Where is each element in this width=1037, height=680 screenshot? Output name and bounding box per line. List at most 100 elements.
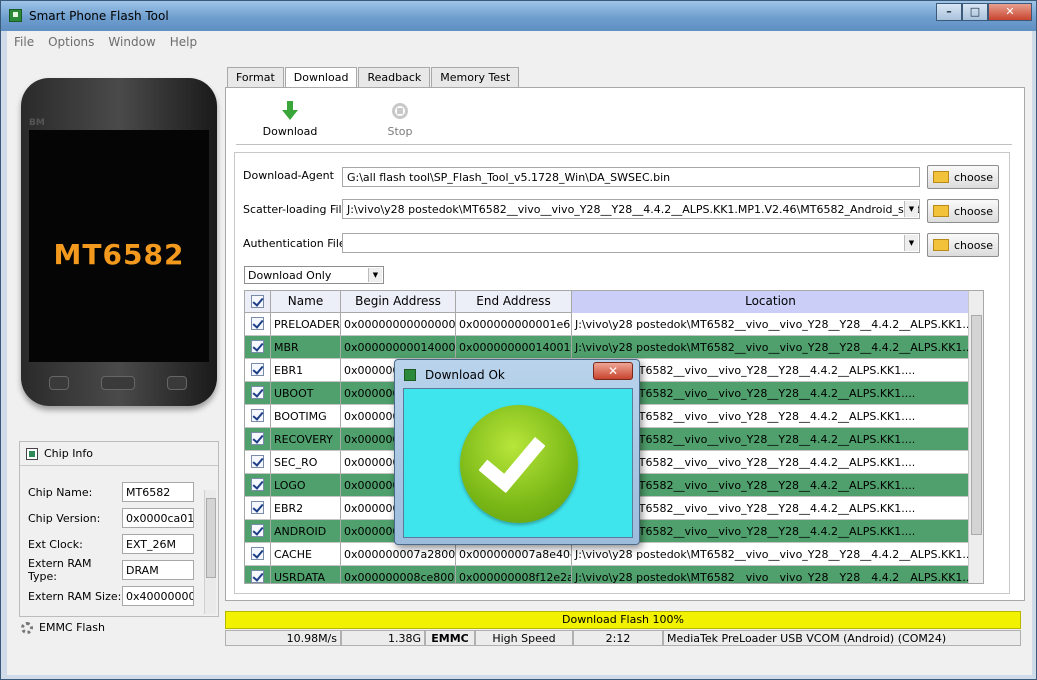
cell-end-address: 0x000000007a8e40e7 bbox=[456, 543, 572, 566]
row-checkbox[interactable] bbox=[245, 382, 271, 405]
scroll-thumb[interactable] bbox=[206, 498, 216, 578]
cell-location: J:\vivo\y28 postedok\MT6582__vivo__vivo_… bbox=[572, 543, 970, 566]
row-checkbox[interactable] bbox=[245, 428, 271, 451]
cell-name: PRELOADER bbox=[271, 313, 341, 336]
table-row[interactable]: PRELOADER0x00000000000000000x00000000000… bbox=[245, 313, 983, 336]
status-size: 1.38G bbox=[341, 630, 425, 646]
row-checkbox[interactable] bbox=[245, 566, 271, 583]
success-check-icon bbox=[460, 405, 578, 523]
checkbox-icon bbox=[251, 478, 264, 491]
choose-scatter-button[interactable]: choose bbox=[927, 199, 999, 223]
app-icon bbox=[9, 9, 22, 22]
table-row[interactable]: CACHE0x000000007a2800000x000000007a8e40e… bbox=[245, 543, 983, 566]
emmc-flash-section[interactable]: EMMC Flash bbox=[21, 621, 105, 634]
row-checkbox[interactable] bbox=[245, 543, 271, 566]
menu-key-icon bbox=[49, 376, 69, 390]
close-button[interactable]: ✕ bbox=[988, 3, 1032, 21]
scroll-thumb[interactable] bbox=[971, 315, 982, 535]
gear-icon bbox=[21, 621, 33, 634]
col-name: Name bbox=[271, 291, 341, 313]
chevron-down-icon[interactable]: ▼ bbox=[368, 268, 382, 282]
folder-icon bbox=[933, 171, 949, 183]
status-speed: 10.98M/s bbox=[225, 630, 341, 646]
checkbox-icon bbox=[251, 409, 264, 422]
menu-options[interactable]: Options bbox=[41, 31, 101, 53]
menu-help[interactable]: Help bbox=[163, 31, 204, 53]
download-arrow-icon bbox=[282, 101, 298, 121]
cell-name: MBR bbox=[271, 336, 341, 359]
cell-location: J:\vivo\y28 postedok\MT6582__vivo__vivo_… bbox=[572, 336, 970, 359]
row-checkbox[interactable] bbox=[245, 497, 271, 520]
row-checkbox[interactable] bbox=[245, 313, 271, 336]
menu-file[interactable]: File bbox=[7, 31, 41, 53]
folder-icon bbox=[933, 239, 949, 251]
checkbox-icon bbox=[251, 317, 264, 330]
tab-readback[interactable]: Readback bbox=[358, 67, 431, 87]
chip-info-panel: Chip Info Chip Name: MT6582 Chip Version… bbox=[19, 441, 219, 617]
chip-version-value: 0x0000ca01 bbox=[122, 508, 194, 528]
download-button-label: Download bbox=[262, 125, 318, 138]
checkbox-icon bbox=[251, 570, 264, 583]
tab-strip: Format Download Readback Memory Test bbox=[227, 67, 520, 88]
cell-name: ANDROID bbox=[271, 520, 341, 543]
tab-download[interactable]: Download bbox=[284, 67, 358, 88]
dialog-close-button[interactable]: ✕ bbox=[593, 362, 633, 380]
toolbar: Download Stop bbox=[236, 93, 1012, 145]
cell-name: SEC_RO bbox=[271, 451, 341, 474]
table-row[interactable]: MBR0x00000000014000000x00000000014001ffJ… bbox=[245, 336, 983, 359]
back-key-icon bbox=[167, 376, 187, 390]
ram-size-value: 0x40000000 bbox=[122, 586, 194, 606]
cell-name: LOGO bbox=[271, 474, 341, 497]
chevron-down-icon[interactable]: ▼ bbox=[904, 235, 918, 251]
checkbox-icon bbox=[251, 547, 264, 560]
cell-begin-address: 0x000000007a280000 bbox=[341, 543, 456, 566]
ram-type-row: Extern RAM Type: DRAM bbox=[28, 557, 194, 583]
cell-location: J:\vivo\y28 postedok\MT6582__vivo__vivo_… bbox=[572, 313, 970, 336]
choose-download-agent-button[interactable]: choose bbox=[927, 165, 999, 189]
status-port: MediaTek PreLoader USB VCOM (Android) (C… bbox=[663, 630, 1021, 646]
scatter-file-select[interactable]: J:\vivo\y28 postedok\MT6582__vivo__vivo_… bbox=[342, 199, 920, 219]
stop-button[interactable]: Stop bbox=[372, 101, 428, 138]
menu-window[interactable]: Window bbox=[101, 31, 162, 53]
folder-icon bbox=[933, 205, 949, 217]
cell-begin-address: 0x0000000001400000 bbox=[341, 336, 456, 359]
ram-size-label: Extern RAM Size: bbox=[28, 589, 122, 603]
scatter-file-value: J:\vivo\y28 postedok\MT6582__vivo__vivo_… bbox=[347, 203, 920, 216]
tab-memory-test[interactable]: Memory Test bbox=[431, 67, 520, 87]
col-end-address: End Address bbox=[456, 291, 572, 313]
checkbox-icon bbox=[251, 455, 264, 468]
maximize-button[interactable]: □ bbox=[962, 3, 988, 21]
chip-name-row: Chip Name: MT6582 bbox=[28, 482, 194, 502]
checkbox-icon bbox=[251, 295, 264, 308]
ram-type-label: Extern RAM Type: bbox=[28, 557, 92, 583]
ext-clock-label: Ext Clock: bbox=[28, 537, 83, 551]
minimize-button[interactable]: – bbox=[936, 3, 962, 21]
choose-auth-button[interactable]: choose bbox=[927, 233, 999, 257]
row-checkbox[interactable] bbox=[245, 359, 271, 382]
row-checkbox[interactable] bbox=[245, 520, 271, 543]
auth-file-label: Authentication File bbox=[243, 237, 346, 250]
table-scrollbar[interactable] bbox=[968, 291, 983, 583]
checkbox-icon bbox=[251, 340, 264, 353]
status-bar: 10.98M/s 1.38G EMMC High Speed 2:12 Medi… bbox=[225, 630, 1021, 646]
download-agent-field[interactable]: G:\all flash tool\SP_Flash_Tool_v5.1728_… bbox=[342, 167, 920, 187]
app-window: Smart Phone Flash Tool – □ ✕ File Options… bbox=[0, 0, 1037, 680]
auth-file-select[interactable]: ▼ bbox=[342, 233, 920, 253]
cell-name: USRDATA bbox=[271, 566, 341, 583]
select-all-checkbox[interactable] bbox=[245, 291, 271, 313]
download-mode-select[interactable]: Download Only ▼ bbox=[244, 266, 384, 284]
table-row[interactable]: USRDATA 0x000000008ce80000 0x000000008f12e… bbox=[245, 566, 983, 583]
checkbox-icon bbox=[251, 363, 264, 376]
row-checkbox[interactable] bbox=[245, 336, 271, 359]
chevron-down-icon[interactable]: ▼ bbox=[904, 201, 918, 217]
chip-info-scrollbar[interactable] bbox=[204, 490, 216, 614]
row-checkbox[interactable] bbox=[245, 405, 271, 428]
tab-format[interactable]: Format bbox=[227, 67, 284, 87]
chip-icon bbox=[26, 447, 38, 460]
download-agent-label: Download-Agent bbox=[243, 169, 334, 182]
choose-label: choose bbox=[954, 204, 993, 218]
row-checkbox[interactable] bbox=[245, 474, 271, 497]
download-button[interactable]: Download bbox=[262, 101, 318, 138]
checkbox-icon bbox=[251, 501, 264, 514]
row-checkbox[interactable] bbox=[245, 451, 271, 474]
